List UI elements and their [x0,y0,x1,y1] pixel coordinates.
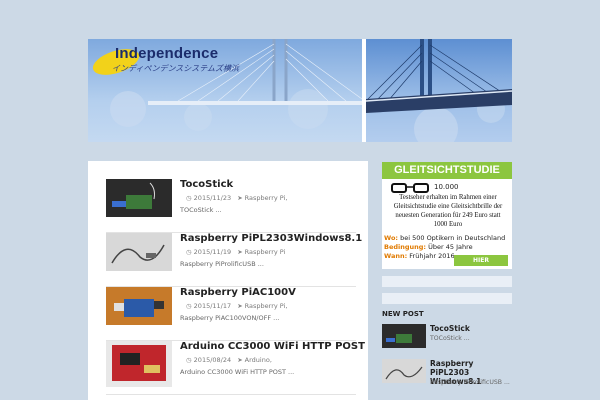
sidebar-widget-box[interactable] [382,293,512,304]
clock-icon: ◷ [186,248,192,256]
ad-signup-button[interactable]: HIER ANMELDEN [454,255,508,269]
post-excerpt: Raspberry PiProlificUSB ... [180,260,264,268]
sidebar-post-thumbnail[interactable] [382,359,426,383]
site-logo-subtitle: インディペンデンスシステムズ横浜 [112,64,240,73]
ad-condition-value: Über 45 Jahre [428,243,473,251]
sidebar-post-excerpt: TOCoStick ... [430,335,470,342]
sidebar-advertisement[interactable]: GLEITSICHTSTUDIE 10.000 Testseher erhalt… [382,162,512,269]
sidebar-search-input[interactable] [382,276,512,287]
post-title[interactable]: Raspberry PiAC100V [180,287,296,298]
tag-icon: ➤ [237,248,243,256]
sidebar-post-item[interactable]: TocoStick TOCoStick ... [382,324,512,354]
post-category[interactable]: Raspberry Pi, [245,302,288,310]
post-excerpt: Arduino CC3000 WiFi HTTP POST ... [180,368,295,376]
post-date: 2015/11/17 [193,302,232,310]
post-item[interactable]: Raspberry PiPL2303Windows8.1 ◷ 2015/11/19… [106,233,362,287]
post-title[interactable]: Raspberry PiPL2303Windows8.1 [180,233,362,244]
ad-where-label: Wo: [384,234,399,242]
post-list: TocoStick ◷ 2015/11/23 ➤ Raspberry Pi, TOC… [88,161,368,400]
post-title[interactable]: Arduino CC3000 WiFi HTTP POST [180,341,365,352]
banner-left-panel: Independence インディペンデンスシステムズ横浜 [88,39,362,142]
post-excerpt: TOCoStick ... [180,206,222,214]
post-title[interactable]: TocoStick [180,179,233,190]
post-meta: ◷ 2015/11/19 ➤ Raspberry Pi [186,248,285,256]
bridge-right-image [365,39,512,142]
post-meta: ◷ 2015/11/17 ➤ Raspberry Pi, [186,302,287,310]
ad-headline: GLEITSICHTSTUDIE [382,162,512,179]
ad-condition-label: Bedingung: [384,243,427,251]
site-logo-title[interactable]: Independence [115,45,218,62]
sidebar-post-thumbnail[interactable] [382,324,426,348]
ad-body-text: Testseher erhalten im Rahmen einer Gleit… [393,194,503,228]
post-category[interactable]: Arduino, [245,356,272,364]
header-banner[interactable]: Independence インディペンデンスシステムズ横浜 [88,39,512,142]
post-thumbnail[interactable] [106,233,172,271]
clock-icon: ◷ [186,356,192,364]
banner-right-panel [365,39,512,142]
sidebar-post-item[interactable]: Raspberry PiPL2303 Windows8.1 Raspberry … [382,359,512,389]
post-date: 2015/11/23 [193,194,232,202]
post-meta: ◷ 2015/08/24 ➤ Arduino, [186,356,272,364]
post-category[interactable]: Raspberry Pi [245,248,286,256]
tag-icon: ➤ [237,302,243,310]
sidebar-post-title[interactable]: TocoStick [430,324,512,333]
post-item[interactable]: Raspberry PiAC100V ◷ 2015/11/17 ➤ Raspberr… [106,287,356,341]
tag-icon: ➤ [237,356,243,364]
post-meta: ◷ 2015/11/23 ➤ Raspberry Pi, [186,194,287,202]
post-date: 2015/08/24 [193,356,232,364]
clock-icon: ◷ [186,302,192,310]
post-item[interactable]: Arduino CC3000 WiFi HTTP POST ◷ 2015/08/2… [106,341,365,395]
ad-where-value: bei 500 Optikern in Deutschland [400,234,506,242]
clock-icon: ◷ [186,194,192,202]
sidebar-post-excerpt: Raspberry PiProlificUSB ... [430,379,510,386]
ad-when-label: Wann: [384,252,408,260]
tag-icon: ➤ [237,194,243,202]
post-thumbnail[interactable] [106,179,172,217]
ad-count: 10.000 [434,183,459,191]
post-category[interactable]: Raspberry Pi, [245,194,288,202]
ad-when-value: Frühjahr 2016 [409,252,455,260]
post-thumbnail[interactable] [106,341,172,387]
post-excerpt: Raspberry PiAC100VON/OFF ... [180,314,280,322]
post-item[interactable]: TocoStick ◷ 2015/11/23 ➤ Raspberry Pi, TOC… [106,179,356,233]
post-thumbnail[interactable] [106,287,172,325]
new-post-heading: NEW POST [382,310,424,318]
post-date: 2015/11/19 [193,248,232,256]
